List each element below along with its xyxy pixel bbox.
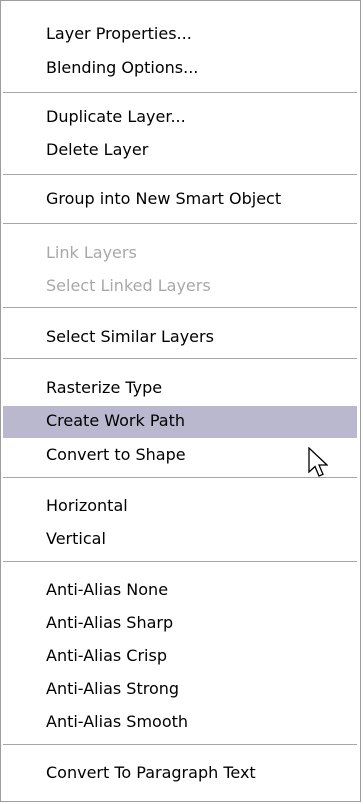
menu-item-convert-to-paragraph-text[interactable]: Convert To Paragraph Text <box>3 758 357 788</box>
menu-item-vertical[interactable]: Vertical <box>3 524 357 554</box>
menu-item-convert-to-shape[interactable]: Convert to Shape <box>3 440 357 470</box>
arrow-pointer-icon <box>308 447 328 477</box>
menu-item-anti-alias-none[interactable]: Anti-Alias None <box>3 575 357 605</box>
menu-item-blending-options[interactable]: Blending Options... <box>3 53 357 83</box>
menu-separator <box>3 92 357 93</box>
context-menu: Layer Properties... Blending Options... … <box>0 0 361 802</box>
menu-item-anti-alias-crisp[interactable]: Anti-Alias Crisp <box>3 641 357 671</box>
menu-separator <box>3 744 357 745</box>
menu-item-create-work-path[interactable]: Create Work Path <box>3 406 357 438</box>
menu-item-layer-properties[interactable]: Layer Properties... <box>3 19 357 49</box>
menu-separator <box>3 307 357 308</box>
menu-item-delete-layer[interactable]: Delete Layer <box>3 135 357 165</box>
menu-item-anti-alias-sharp[interactable]: Anti-Alias Sharp <box>3 608 357 638</box>
menu-item-link-layers: Link Layers <box>46 243 137 262</box>
menu-separator <box>3 358 357 359</box>
menu-separator <box>3 561 357 562</box>
menu-item-select-linked-layers: Select Linked Layers <box>46 276 211 295</box>
menu-separator <box>3 223 357 224</box>
menu-item-duplicate-layer[interactable]: Duplicate Layer... <box>3 102 357 132</box>
menu-item-horizontal[interactable]: Horizontal <box>3 491 357 521</box>
menu-item-anti-alias-smooth[interactable]: Anti-Alias Smooth <box>3 707 357 737</box>
menu-item-group-into-new-smart-object[interactable]: Group into New Smart Object <box>3 184 357 214</box>
menu-separator <box>3 174 357 175</box>
menu-item-select-similar-layers[interactable]: Select Similar Layers <box>3 322 357 352</box>
menu-item-rasterize-type[interactable]: Rasterize Type <box>3 373 357 403</box>
menu-separator <box>3 477 357 478</box>
menu-item-anti-alias-strong[interactable]: Anti-Alias Strong <box>3 674 357 704</box>
